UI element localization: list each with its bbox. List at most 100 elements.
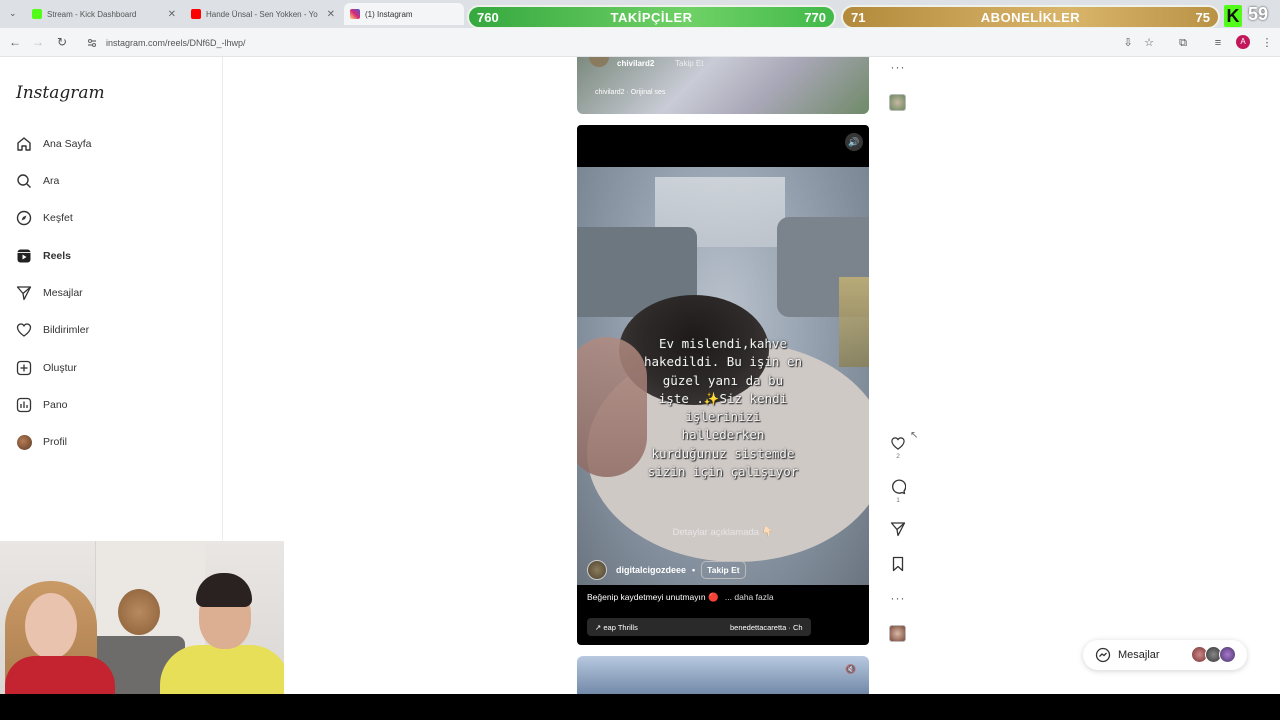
message-avatar (1219, 646, 1236, 663)
instagram-logo[interactable]: Instagram (16, 83, 105, 103)
nav-item-label: Reels (43, 250, 72, 262)
nav-item-notifications[interactable]: Bildirimler (16, 318, 89, 342)
webcam-person-right-shirt (160, 645, 284, 701)
tab-kick-dashboard[interactable]: Stream - Kick Dashboard ✕ (26, 3, 182, 25)
audio-thumbnail[interactable] (889, 625, 906, 642)
webcam-person-left-face (25, 593, 77, 659)
kick-logo-icon: K (1224, 5, 1242, 27)
subscribers-label: ABONELİKLER (980, 9, 1081, 25)
previous-reel[interactable]: chivilard2 Takip Et chivilard2 · Orijina… (577, 57, 869, 114)
more-link[interactable]: ... daha fazla (725, 592, 774, 602)
send-icon (16, 285, 32, 301)
subscribers-current: 71 (851, 9, 866, 25)
webcam-overlay (0, 541, 284, 701)
forward-arrow-icon[interactable]: → (31, 35, 45, 49)
mouse-cursor-icon: ↖ (910, 430, 919, 441)
followers-goal: 770 (804, 9, 826, 25)
prev-reel-audio[interactable]: chivilard2 · Orijinal ses (595, 89, 665, 96)
nav-item-profile[interactable]: Profil (16, 430, 67, 454)
comment-action[interactable]: 1 (889, 479, 907, 504)
tab-search-chevron-icon[interactable]: ⌄ (9, 8, 17, 19)
messages-label: Mesajlar (1118, 649, 1160, 661)
author-username[interactable]: digitalcigozdeee (616, 565, 686, 575)
nav-item-label: Mesajlar (43, 287, 83, 299)
profile-avatar (16, 434, 32, 450)
nav-item-label: Ana Sayfa (43, 138, 92, 150)
followers-goal-bar: 760 TAKİPÇİLER 770 (467, 5, 836, 29)
nav-item-label: Bildirimler (43, 324, 90, 336)
reel-description: Beğenip kaydetmeyi unutmayın 🔴 ... daha … (587, 592, 774, 603)
nav-item-messages[interactable]: Mesajlar (16, 281, 83, 305)
extensions-icon[interactable]: ⧉ (1176, 36, 1190, 50)
subscribers-goal-bar: 71 ABONELİKLER 75 (841, 5, 1220, 29)
install-app-icon[interactable]: ⇩ (1121, 36, 1135, 50)
browser-menu-icon[interactable]: ⋮ (1260, 36, 1274, 50)
compass-icon (16, 210, 32, 226)
current-reel[interactable]: 🔊 Ev mislendi,kahve hakedildi. Bu işin e… (577, 125, 869, 645)
music-artist: benedettacaretta · Ch (730, 622, 803, 632)
viewer-count: 59 (1248, 4, 1269, 24)
music-track: ↗ eap Thrills (595, 622, 638, 632)
subscribers-goal: 75 (1195, 9, 1210, 25)
author-avatar[interactable] (587, 560, 607, 580)
volume-icon[interactable]: 🔇 (845, 664, 856, 675)
send-icon[interactable] (890, 521, 906, 537)
bookmark-star-icon[interactable]: ☆ (1142, 36, 1156, 50)
nav-item-label: Oluştur (43, 362, 77, 374)
media-control-icon[interactable]: ≡ (1211, 36, 1225, 50)
nav-item-explore[interactable]: Keşfet (16, 206, 73, 230)
tab-title: (1) Instagram (365, 9, 413, 19)
volume-icon[interactable]: 🔊 (845, 133, 863, 151)
browser-toolbar: ← → ↻ instagram.com/reels/DNf6D_-lhwp/ ⇩… (0, 28, 1280, 57)
webcam-teddy-bear-shape (118, 589, 160, 635)
comment-count: 1 (896, 497, 900, 504)
prev-reel-follow[interactable]: Takip Et (675, 59, 703, 68)
site-info-icon[interactable] (86, 37, 98, 49)
follow-button[interactable]: Takip Et (701, 561, 746, 579)
separator-dot: • (692, 565, 696, 575)
reels-icon (16, 248, 32, 264)
music-ticker[interactable]: ↗ eap Thrills benedettacaretta · Ch (587, 618, 811, 636)
nav-item-dashboard[interactable]: Pano (16, 393, 68, 417)
home-icon (16, 136, 32, 152)
url-text: instagram.com/reels/DNf6D_-lhwp/ (106, 38, 246, 48)
nav-item-search[interactable]: Ara (16, 169, 59, 193)
reel-caption-overlay: Ev mislendi,kahve hakedildi. Bu işin en … (643, 336, 803, 480)
reel-author-row: digitalcigozdeee • Takip Et (587, 559, 746, 581)
prev-audio-thumbnail[interactable] (889, 94, 906, 111)
nav-item-home[interactable]: Ana Sayfa (16, 132, 91, 156)
nav-item-create[interactable]: Oluştur (16, 356, 77, 380)
taskbar-strip (0, 694, 1280, 720)
heart-icon[interactable] (890, 436, 906, 451)
instagram-favicon-icon (350, 9, 360, 19)
share-action[interactable] (889, 521, 907, 537)
address-bar[interactable]: instagram.com/reels/DNf6D_-lhwp/ (86, 33, 1126, 53)
bookmark-icon[interactable] (890, 556, 906, 572)
save-action[interactable] (889, 556, 907, 572)
like-count: 2 (896, 453, 900, 460)
back-arrow-icon[interactable]: ← (8, 35, 22, 49)
nav-item-label: Pano (43, 399, 68, 411)
nav-item-label: Ara (43, 175, 60, 187)
browser-profile-avatar[interactable]: A (1236, 35, 1250, 49)
messenger-icon (1095, 647, 1111, 663)
next-reel[interactable]: 🔇 (577, 656, 869, 696)
tab-youtube[interactable]: Hande Ünsal - Sen Yokken - Yo ✕ (185, 3, 341, 25)
nav-item-reels[interactable]: Reels (16, 244, 71, 268)
prev-reel-username[interactable]: chivilard2 (617, 59, 654, 68)
comment-icon[interactable] (890, 479, 906, 495)
description-text: Beğenip kaydetmeyi unutmayın 🔴 (587, 592, 719, 602)
reel-detail-text: Detaylar açıklamada 👇🏻 (672, 527, 774, 538)
close-tab-icon[interactable]: ✕ (327, 9, 335, 20)
like-action[interactable]: 2 (889, 436, 907, 460)
dashboard-icon (16, 397, 32, 413)
prev-more-options-icon[interactable]: ··· (889, 60, 907, 74)
reload-icon[interactable]: ↻ (55, 35, 69, 49)
reel-video-frame[interactable]: Ev mislendi,kahve hakedildi. Bu işin en … (577, 167, 869, 585)
close-tab-icon[interactable]: ✕ (168, 9, 176, 20)
more-options-icon[interactable]: ··· (889, 591, 907, 605)
kick-favicon-icon (32, 9, 42, 19)
nav-item-label: Keşfet (43, 212, 73, 224)
messages-pill[interactable]: Mesajlar (1083, 640, 1247, 670)
tab-instagram[interactable]: (1) Instagram (344, 3, 464, 25)
